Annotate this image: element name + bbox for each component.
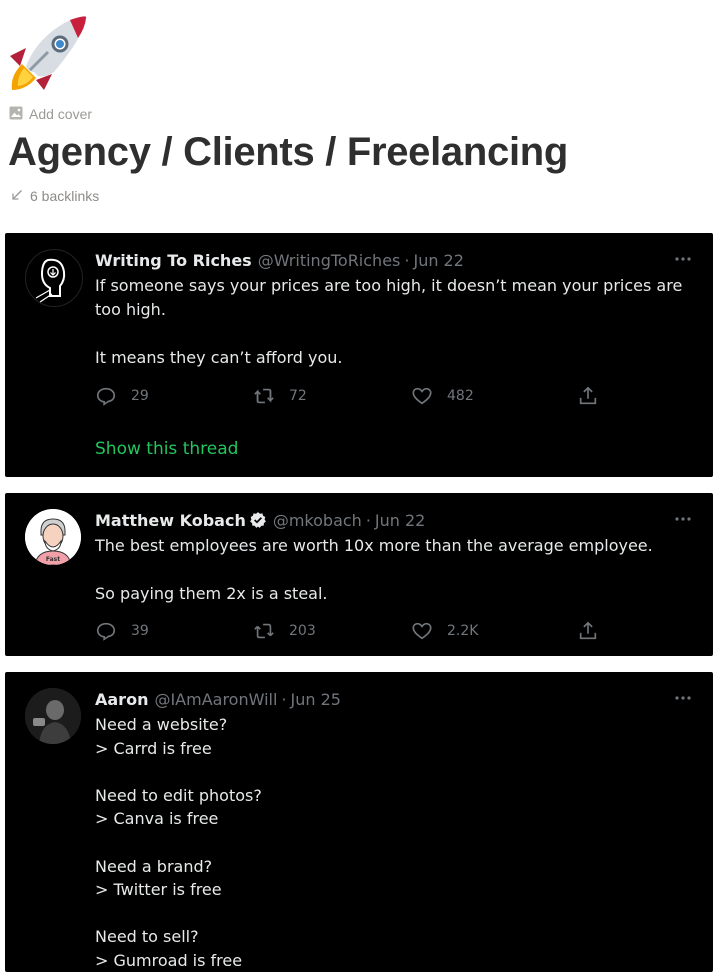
more-options-icon[interactable] (673, 689, 693, 701)
share-icon (579, 621, 597, 640)
tweet-date[interactable]: Jun 25 (291, 690, 341, 709)
tweet-text: Need a website? > Carrd is free Need to … (95, 715, 262, 970)
retweet-icon (254, 388, 274, 404)
author-name[interactable]: Aaron (95, 690, 148, 709)
separator: · (281, 689, 287, 709)
image-icon (9, 106, 23, 123)
tweet-header: Aaron @IAmAaronWill · Jun 25 (95, 688, 693, 710)
tweet-embed[interactable]: Aaron @IAmAaronWill · Jun 25 Need a webs… (5, 672, 713, 972)
share-button[interactable] (577, 385, 599, 407)
page-title[interactable]: Agency / Clients / Freelancing (8, 128, 568, 176)
reply-button[interactable]: 29 (95, 385, 253, 407)
tweet-date[interactable]: Jun 22 (375, 511, 425, 530)
retweet-count: 203 (289, 623, 316, 639)
author-handle[interactable]: @mkobach (273, 511, 362, 530)
share-button[interactable] (577, 620, 599, 642)
like-button[interactable]: 482 (411, 385, 569, 407)
reply-icon (96, 387, 116, 406)
like-button[interactable]: 2.2K (411, 620, 569, 642)
more-options-icon[interactable] (673, 250, 693, 262)
reply-icon (96, 622, 116, 641)
retweet-button[interactable]: 203 (253, 620, 411, 642)
add-cover-button[interactable]: Add cover (9, 105, 92, 123)
avatar[interactable] (25, 688, 81, 744)
author-handle[interactable]: @WritingToRiches (258, 251, 401, 270)
tweet-date[interactable]: Jun 22 (413, 251, 463, 270)
separator: · (404, 250, 410, 270)
like-count: 482 (447, 388, 474, 404)
more-options-icon[interactable] (673, 510, 693, 522)
tweet-embed[interactable]: Fast Matthew Kobach @mkobach · Jun 22 Th… (5, 493, 713, 656)
author-name[interactable]: Matthew Kobach (95, 511, 246, 530)
author-name[interactable]: Writing To Riches (95, 251, 252, 270)
tweet-actions: 29 72 482 (95, 384, 603, 408)
add-cover-label: Add cover (29, 106, 93, 122)
backlinks-button[interactable]: 6 backlinks (11, 187, 99, 205)
rocket-icon[interactable] (8, 14, 88, 92)
tweet-actions: 39 203 2.2K (95, 619, 603, 643)
heart-icon (412, 387, 432, 405)
tweet-header: Matthew Kobach @mkobach · Jun 22 (95, 509, 693, 531)
tweet-header: Writing To Riches @WritingToRiches · Jun… (95, 249, 693, 271)
like-count: 2.2K (447, 623, 479, 639)
svg-text:Fast: Fast (46, 556, 60, 563)
avatar[interactable]: Fast (25, 509, 81, 565)
reply-button[interactable]: 39 (95, 620, 253, 642)
heart-icon (412, 622, 432, 640)
separator: · (365, 510, 371, 530)
show-thread-link[interactable]: Show this thread (95, 439, 238, 459)
retweet-icon (254, 623, 274, 639)
backlinks-label: 6 backlinks (30, 188, 100, 204)
retweet-button[interactable]: 72 (253, 385, 411, 407)
avatar[interactable] (25, 249, 83, 307)
reply-count: 29 (131, 388, 149, 404)
reply-count: 39 (131, 623, 149, 639)
tweet-embed[interactable]: Writing To Riches @WritingToRiches · Jun… (5, 233, 713, 477)
author-handle[interactable]: @IAmAaronWill (154, 690, 277, 709)
tweet-text: The best employees are worth 10x more th… (95, 536, 653, 603)
verified-badge-icon (249, 511, 267, 529)
tweet-text: If someone says your prices are too high… (95, 276, 683, 367)
arrow-down-left-icon (11, 188, 23, 204)
share-icon (579, 386, 597, 405)
retweet-count: 72 (289, 388, 307, 404)
